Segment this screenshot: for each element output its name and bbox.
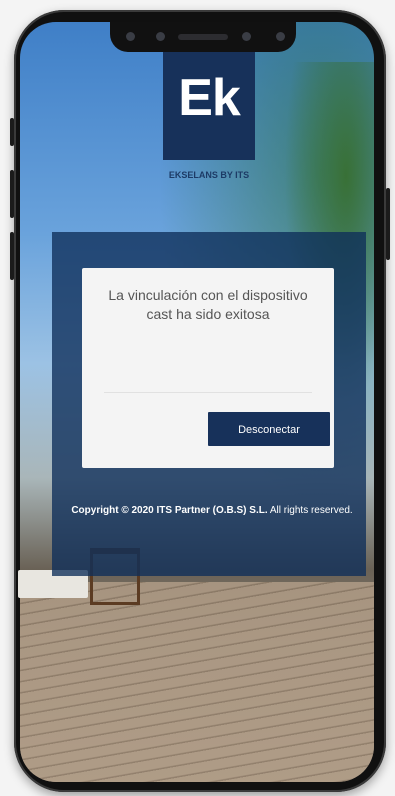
camera-icon bbox=[126, 32, 135, 41]
wooden-deck-background bbox=[20, 582, 374, 782]
status-message: La vinculación con el dispositivo cast h… bbox=[108, 287, 308, 322]
copyright-bold: Copyright © 2020 ITS Partner (O.B.S) S.L… bbox=[71, 505, 268, 516]
sensor-icon-2 bbox=[242, 32, 251, 41]
phone-side-button bbox=[10, 118, 14, 146]
logo-mark: Ek bbox=[178, 69, 241, 127]
phone-volume-up bbox=[10, 170, 14, 218]
phone-volume-down bbox=[10, 232, 14, 280]
phone-notch bbox=[110, 22, 296, 52]
card-divider bbox=[104, 392, 312, 393]
front-camera-icon bbox=[276, 32, 285, 41]
sensor-icon bbox=[156, 32, 165, 41]
brand-name: EKSELANS BY ITS bbox=[168, 170, 250, 180]
disconnect-button[interactable]: Desconectar bbox=[208, 412, 330, 446]
status-card: La vinculación con el dispositivo cast h… bbox=[82, 268, 334, 468]
phone-power-button bbox=[386, 188, 390, 260]
copyright-footer: Copyright © 2020 ITS Partner (O.B.S) S.L… bbox=[70, 502, 354, 520]
copyright-rest: All rights reserved. bbox=[267, 505, 353, 516]
speaker-grille bbox=[178, 34, 228, 40]
ekselans-logo: Ek bbox=[163, 52, 255, 160]
